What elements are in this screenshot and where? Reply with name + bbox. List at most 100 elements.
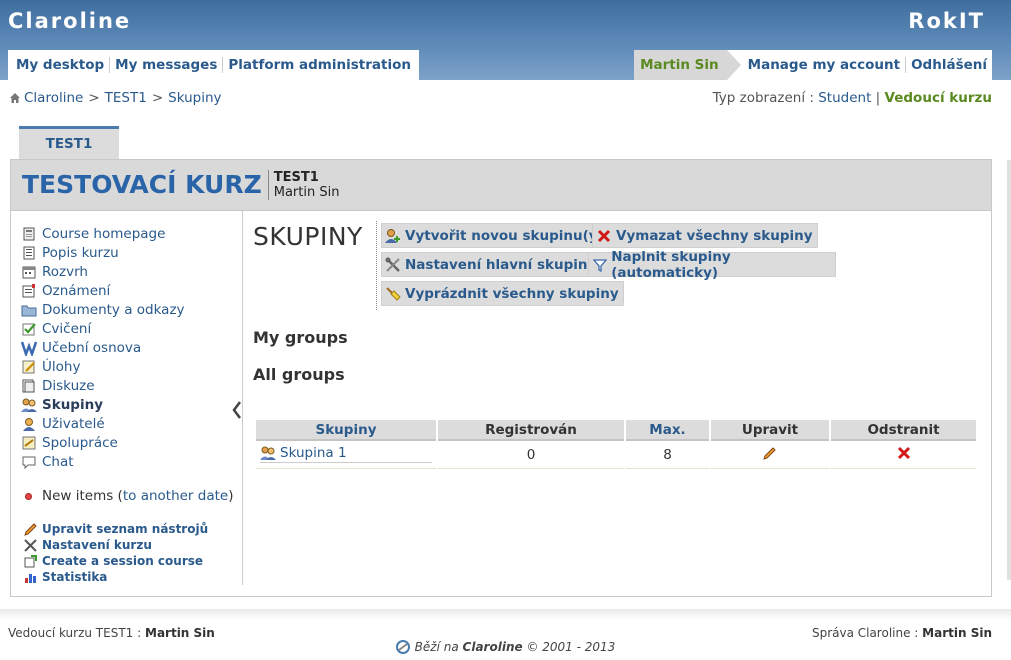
- calendar-icon: [21, 265, 37, 279]
- group-name: Skupina 1: [280, 445, 347, 461]
- group-icon: [260, 446, 276, 460]
- sidebar-item-users[interactable]: Uživatelé: [21, 414, 185, 433]
- footer-course-manager-name[interactable]: Martin Sin: [145, 626, 215, 640]
- nav-logout[interactable]: Odhlášení: [906, 57, 992, 73]
- create-groups-label: Vytvořit novou skupinu(y): [405, 227, 604, 244]
- table-row: Skupina 1 0 8: [256, 441, 976, 469]
- settings-icon: [23, 538, 37, 552]
- page-title: SKUPINY: [253, 222, 363, 251]
- folder-icon: [21, 303, 37, 317]
- account-links: Manage my account Odhlášení: [726, 50, 992, 80]
- breadcrumb-item-course[interactable]: TEST1: [105, 90, 147, 106]
- sidebar-item-course-description[interactable]: Popis kurzu: [21, 243, 185, 262]
- admin-link-edit-tools[interactable]: Upravit seznam nástrojů: [23, 521, 208, 537]
- pencil-icon: [23, 522, 37, 536]
- chat-icon: [21, 455, 37, 469]
- delete-icon[interactable]: [897, 446, 911, 460]
- organization-name[interactable]: RokIT: [908, 9, 985, 33]
- powered-by-name[interactable]: Claroline: [463, 640, 523, 654]
- edit-pencil-icon[interactable]: [763, 446, 777, 460]
- settings-icon: [385, 257, 401, 273]
- sidebar-item-course-homepage[interactable]: Course homepage: [21, 224, 185, 243]
- delete-all-groups-label: Vymazat všechny skupiny: [616, 227, 813, 244]
- column-header-max[interactable]: Max.: [626, 420, 709, 441]
- learnpath-icon: [21, 341, 37, 356]
- sidebar-item-label: Cvičení: [42, 320, 92, 337]
- sidebar-item-label: Rozvrh: [42, 263, 88, 280]
- groups-table: Skupiny Registrován Max. Upravit Odstran…: [254, 420, 978, 469]
- sidebar-item-chat[interactable]: Chat: [21, 452, 185, 471]
- course-admin-links: Upravit seznam nástrojů Nastavení kurzu …: [23, 521, 208, 585]
- tab-course[interactable]: TEST1: [19, 126, 119, 160]
- view-mode-manager[interactable]: Vedoucí kurzu: [885, 90, 992, 106]
- broom-icon: [385, 286, 401, 302]
- new-item-dot-icon: [25, 492, 32, 500]
- registered-count-cell: 0: [438, 441, 624, 469]
- checkmark-icon: [21, 322, 37, 336]
- sidebar-item-label: Učební osnova: [42, 339, 142, 356]
- admin-link-statistics[interactable]: Statistika: [23, 569, 208, 585]
- delete-icon: [596, 228, 612, 244]
- view-mode-student[interactable]: Student: [818, 90, 871, 106]
- column-header-edit: Upravit: [711, 420, 829, 441]
- admin-link-label: Create a session course: [42, 554, 204, 568]
- view-mode-switch: Typ zobrazení : Student | Vedoucí kurzu: [713, 90, 992, 106]
- sidebar-item-groups[interactable]: Skupiny: [21, 395, 185, 414]
- collapse-sidebar-icon[interactable]: [232, 401, 242, 419]
- course-meta: TEST1 Martin Sin: [274, 170, 340, 200]
- groups-content: SKUPINY Vytvořit novou skupinu(y) Vymaza…: [253, 211, 988, 591]
- view-mode-label: Typ zobrazení :: [712, 90, 814, 106]
- admin-link-label: Upravit seznam nástrojů: [42, 522, 209, 536]
- sidebar-item-wiki[interactable]: Spolupráce: [21, 433, 185, 452]
- new-items-date-link[interactable]: to another date: [123, 488, 228, 504]
- empty-all-groups-button[interactable]: Vyprázdnit všechny skupiny: [381, 281, 624, 306]
- nav-platform-administration[interactable]: Platform administration: [223, 57, 416, 73]
- admin-link-course-settings[interactable]: Nastavení kurzu: [23, 537, 208, 553]
- top-banner: Claroline RokIT My desktop My messages P…: [0, 0, 1011, 80]
- main-group-settings-button[interactable]: Nastavení hlavní skupiny: [381, 252, 602, 277]
- powered-by-label: Běží na: [414, 640, 459, 654]
- breadcrumb: Claroline > TEST1 > Skupiny: [10, 90, 222, 106]
- breadcrumb-item-groups[interactable]: Skupiny: [168, 90, 221, 106]
- sidebar-item-announcements[interactable]: Oznámení: [21, 281, 185, 300]
- sidebar-item-label: Chat: [42, 453, 74, 470]
- sidebar-item-label: Course homepage: [42, 225, 166, 242]
- footer-divider: [0, 609, 1011, 619]
- group-link[interactable]: Skupina 1: [260, 445, 432, 463]
- course-holder: Martin Sin: [273, 185, 340, 200]
- assignment-icon: [21, 360, 37, 374]
- admin-link-label: Statistika: [42, 570, 108, 584]
- nav-manage-account[interactable]: Manage my account: [743, 57, 907, 73]
- sidebar-item-label: Dokumenty a odkazy: [42, 301, 185, 318]
- new-items-suffix: ): [228, 488, 234, 504]
- sidebar-item-documents[interactable]: Dokumenty a odkazy: [21, 300, 185, 319]
- sidebar-item-forums[interactable]: Diskuze: [21, 376, 185, 395]
- course-tool-sidebar: Course homepage Popis kurzu Rozvrh Oznám…: [11, 211, 243, 585]
- delete-all-groups-button[interactable]: Vymazat všechny skupiny: [592, 223, 818, 248]
- powered-by-copyright: © 2001 - 2013: [526, 640, 616, 654]
- fill-groups-button[interactable]: Naplnit skupiny (automaticky): [588, 249, 836, 281]
- sidebar-item-learning-path[interactable]: Učební osnova: [21, 338, 185, 357]
- breadcrumb-item-claroline[interactable]: Claroline: [24, 90, 83, 106]
- description-icon: [21, 246, 37, 260]
- main-panel: Course homepage Popis kurzu Rozvrh Oznám…: [10, 211, 992, 597]
- platform-name[interactable]: Claroline: [8, 9, 131, 33]
- nav-my-desktop[interactable]: My desktop: [11, 57, 111, 73]
- course-title[interactable]: TESTOVACÍ KURZ: [22, 170, 269, 200]
- new-items-label: New items (: [42, 488, 123, 504]
- admin-link-label: Nastavení kurzu: [42, 538, 152, 552]
- platform-admin-footer: Správa Claroline : Martin Sin: [812, 626, 992, 640]
- sidebar-item-label: Úlohy: [42, 358, 81, 375]
- footer-platform-admin-name[interactable]: Martin Sin: [922, 626, 992, 640]
- nav-my-messages[interactable]: My messages: [110, 57, 224, 73]
- sidebar-item-assignments[interactable]: Úlohy: [21, 357, 185, 376]
- admin-link-create-session[interactable]: Create a session course: [23, 553, 208, 569]
- table-header-row: Skupiny Registrován Max. Upravit Odstran…: [256, 420, 976, 441]
- sidebar-item-schedule[interactable]: Rozvrh: [21, 262, 185, 281]
- create-groups-button[interactable]: Vytvořit novou skupinu(y): [381, 223, 609, 248]
- announcement-icon: [21, 283, 37, 298]
- sidebar-item-label: Oznámení: [42, 282, 111, 299]
- tool-list: Course homepage Popis kurzu Rozvrh Oznám…: [21, 224, 185, 471]
- column-header-groups[interactable]: Skupiny: [256, 420, 436, 441]
- sidebar-item-exercises[interactable]: Cvičení: [21, 319, 185, 338]
